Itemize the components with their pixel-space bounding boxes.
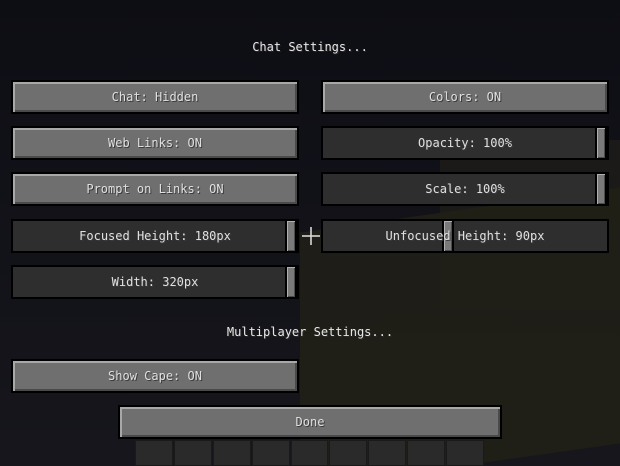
chat-colors-button[interactable]: Colors: ON [321, 80, 609, 114]
show-cape-button[interactable]: Show Cape: ON [11, 359, 299, 393]
hotbar-slot [329, 440, 368, 466]
crosshair-icon [302, 227, 320, 245]
hotbar-slot [135, 440, 173, 466]
chat-opacity-slider[interactable]: Opacity: 100% [321, 126, 609, 160]
focused-height-label: Focused Height: 180px [79, 229, 231, 243]
focused-height-slider-handle[interactable] [285, 219, 297, 253]
chat-scale-label: Scale: 100% [425, 182, 505, 196]
multiplayer-settings-title: Multiplayer Settings... [226, 325, 394, 339]
chat-scale-slider[interactable]: Scale: 100% [321, 172, 609, 206]
hotbar-slot [251, 440, 290, 466]
chat-settings-title: Chat Settings... [252, 40, 368, 54]
hotbar [135, 440, 485, 466]
web-links-button[interactable]: Web Links: ON [11, 126, 299, 160]
hotbar-slot [407, 440, 446, 466]
done-button[interactable]: Done [118, 405, 502, 439]
chat-width-label: Width: 320px [111, 275, 199, 289]
hotbar-slot [446, 440, 485, 466]
chat-opacity-label: Opacity: 100% [418, 136, 512, 150]
focused-height-slider[interactable]: Focused Height: 180px [11, 219, 299, 253]
chat-opacity-slider-handle[interactable] [595, 126, 607, 160]
hotbar-slot [368, 440, 407, 466]
unfocused-height-label: Unfocused Height: 90px [385, 229, 545, 243]
hotbar-slot [212, 440, 251, 466]
chat-width-slider[interactable]: Width: 320px [11, 265, 299, 299]
unfocused-height-slider[interactable]: Unfocused Height: 90px [321, 219, 609, 253]
hotbar-slot [290, 440, 329, 466]
chat-visibility-button[interactable]: Chat: Hidden [11, 80, 299, 114]
chat-scale-slider-handle[interactable] [595, 172, 607, 206]
chat-width-slider-handle[interactable] [285, 265, 297, 299]
hotbar-slot [173, 440, 212, 466]
prompt-on-links-button[interactable]: Prompt on Links: ON [11, 172, 299, 206]
